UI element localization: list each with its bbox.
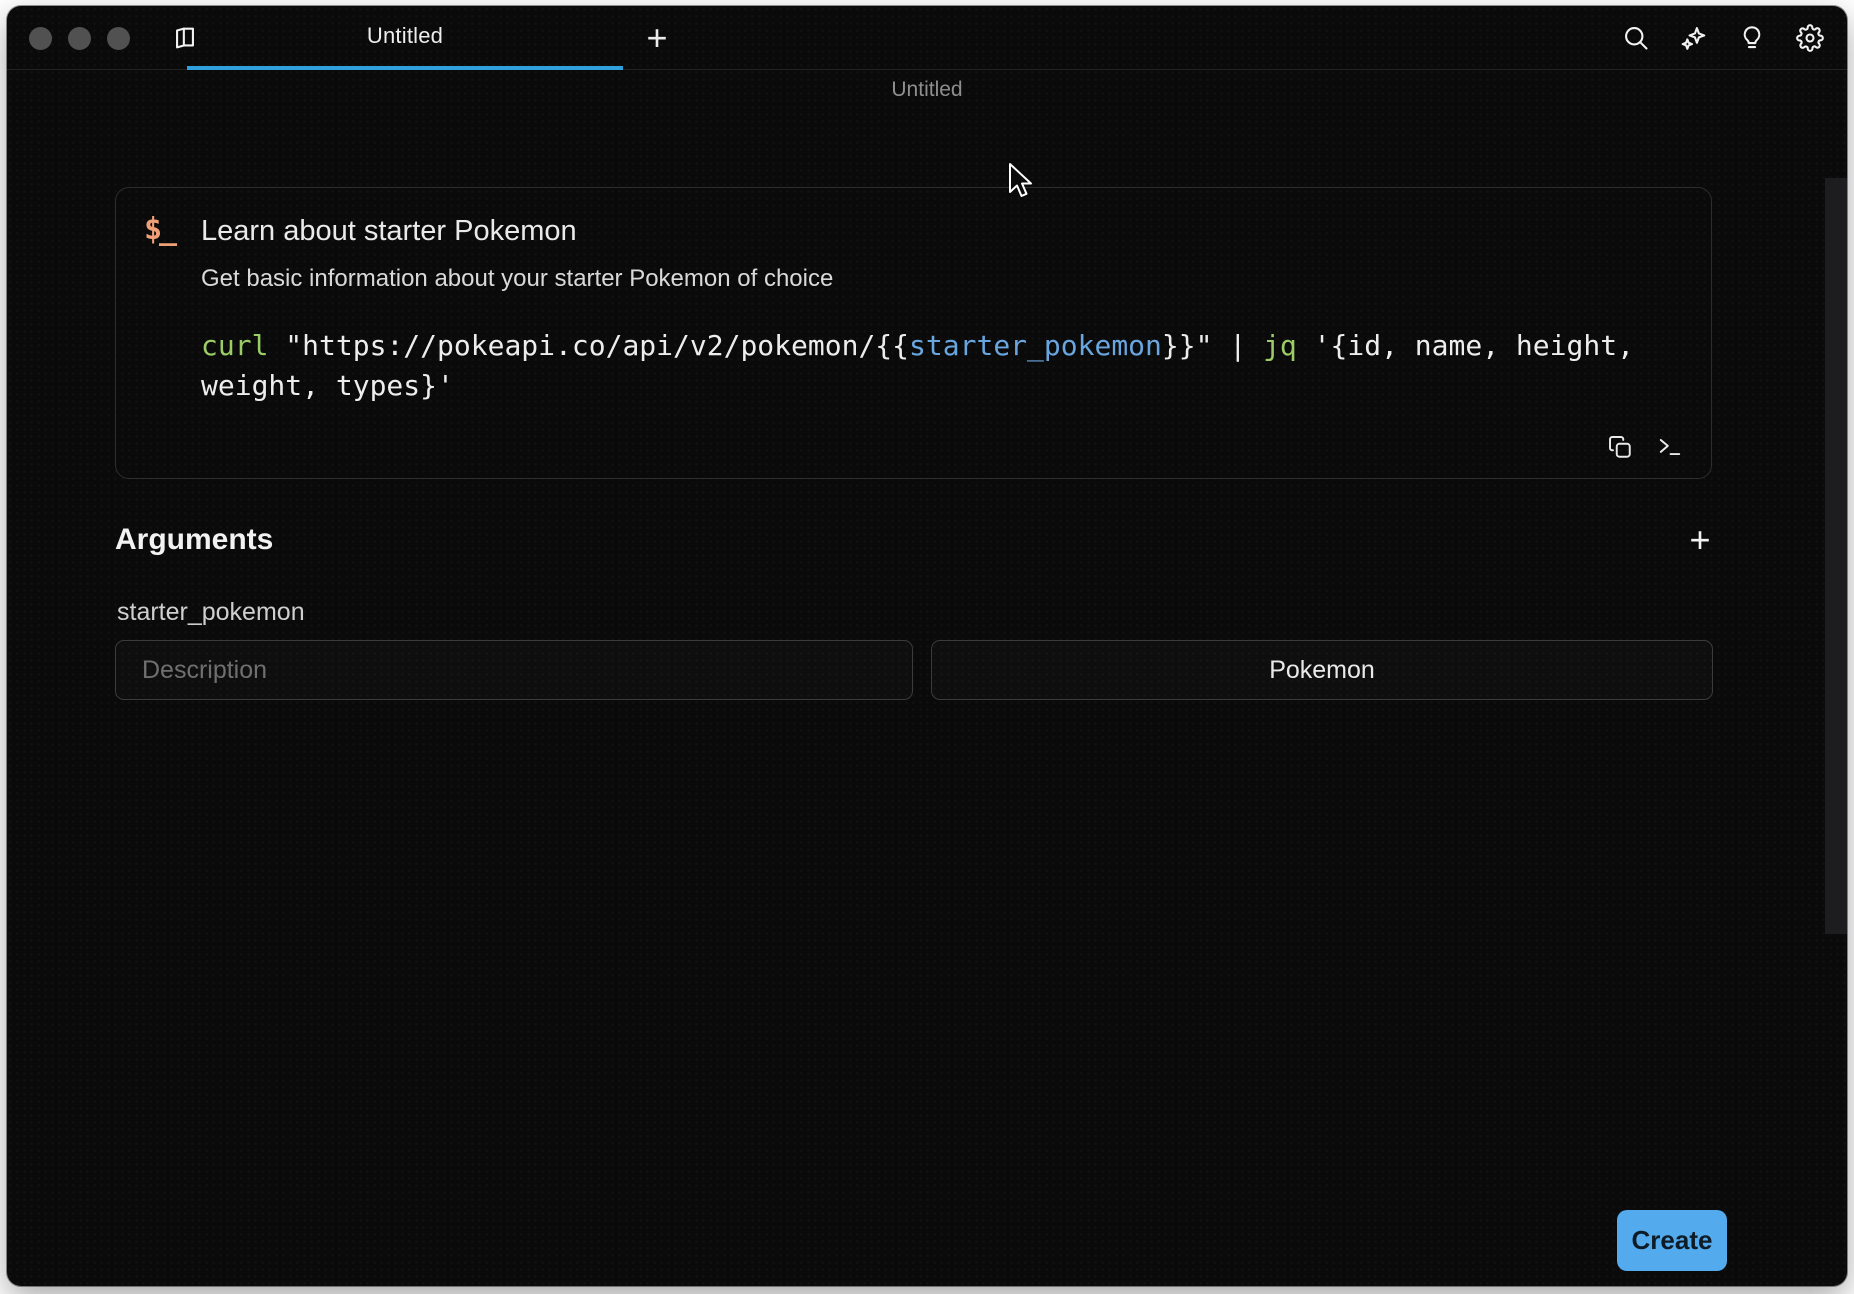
plus-icon: + (646, 20, 667, 56)
command-code[interactable]: curl "https://pokeapi.co/api/v2/pokemon/… (201, 326, 1681, 406)
workflow-title: Learn about starter Pokemon (201, 214, 1681, 249)
workflow-card: $_ Learn about starter Pokemon Get basic… (115, 187, 1712, 479)
add-argument-button[interactable]: + (1678, 518, 1722, 562)
plus-icon: + (1689, 522, 1710, 558)
gear-icon[interactable] (1795, 23, 1825, 53)
page-title: Untitled (7, 78, 1847, 102)
argument-name-label: starter_pokemon (117, 598, 305, 627)
create-button[interactable]: Create (1617, 1210, 1727, 1271)
app-window: Untitled + (7, 6, 1847, 1286)
scrollbar-thumb[interactable] (1825, 178, 1847, 934)
tab-untitled[interactable]: Untitled (187, 6, 623, 70)
minimize-window-icon[interactable] (68, 27, 91, 50)
arguments-header: Arguments + (115, 518, 1712, 562)
lightbulb-icon[interactable] (1737, 23, 1767, 53)
workflow-description: Get basic information about your starter… (201, 265, 1681, 293)
card-actions (1605, 432, 1685, 462)
new-tab-button[interactable]: + (633, 14, 681, 62)
copy-icon[interactable] (1605, 432, 1635, 462)
argument-default-value-input[interactable] (931, 640, 1713, 700)
zoom-window-icon[interactable] (107, 27, 130, 50)
titlebar-actions (1621, 23, 1825, 53)
close-window-icon[interactable] (29, 27, 52, 50)
terminal-icon[interactable] (1655, 432, 1685, 462)
sparkles-icon[interactable] (1679, 23, 1709, 53)
traffic-lights (29, 27, 130, 50)
tab-label: Untitled (367, 23, 443, 49)
argument-description-input[interactable] (115, 640, 913, 700)
search-icon[interactable] (1621, 23, 1651, 53)
titlebar: Untitled + (7, 6, 1847, 70)
prompt-icon: $_ (144, 212, 174, 247)
arguments-heading: Arguments (115, 523, 273, 557)
